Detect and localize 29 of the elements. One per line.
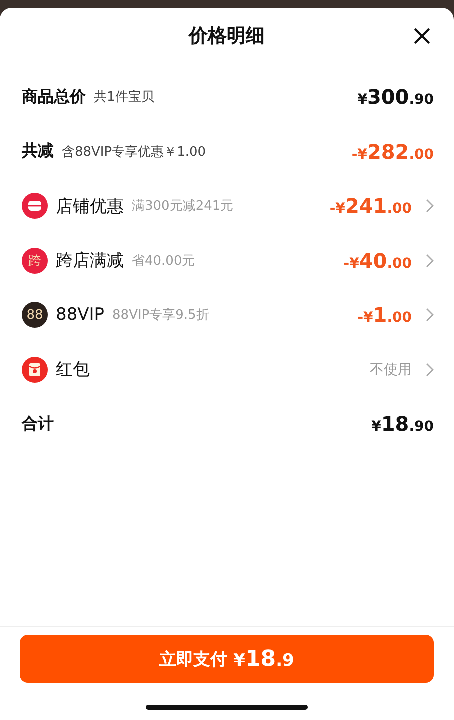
chevron-right-icon[interactable] [426,308,434,322]
row-note: 共1件宝贝 [94,89,154,106]
row-label: 红包 [56,359,90,382]
close-button[interactable]: × [408,22,436,50]
row-note: 88VIP专享9.5折 [112,307,210,324]
row-label: 商品总价 [22,86,86,108]
row-amount: ¥300.90 [358,85,434,110]
row-label: 共减 [22,141,54,162]
row-note: 省40.00元 [132,252,196,270]
row-amount: ¥18.90 [372,412,434,436]
badge-icon: 88 [22,302,48,328]
row-label: 跨店满减 [56,250,124,272]
shop-icon [22,193,48,220]
chevron-right-icon[interactable] [426,254,434,268]
row-label: 88VIP [56,305,105,326]
chevron-right-icon[interactable] [426,199,434,214]
envelope-icon [22,356,48,383]
row-note: 满300元减241元 [132,198,234,216]
row-value: 不使用 [370,360,412,379]
row-value: -¥241.00 [330,194,412,218]
sheet-title: 价格明细 [189,24,265,49]
row-label: 合计 [22,414,54,435]
chevron-right-icon[interactable] [426,362,434,377]
row-note: 含88VIP专享优惠￥1.00 [62,144,206,161]
row-amount: -¥282.00 [352,140,434,164]
row-value: -¥40.00 [344,248,412,273]
badge-icon: 跨 [22,248,48,274]
row-value: -¥1.00 [358,303,412,328]
row-label: 店铺优惠 [56,196,124,218]
